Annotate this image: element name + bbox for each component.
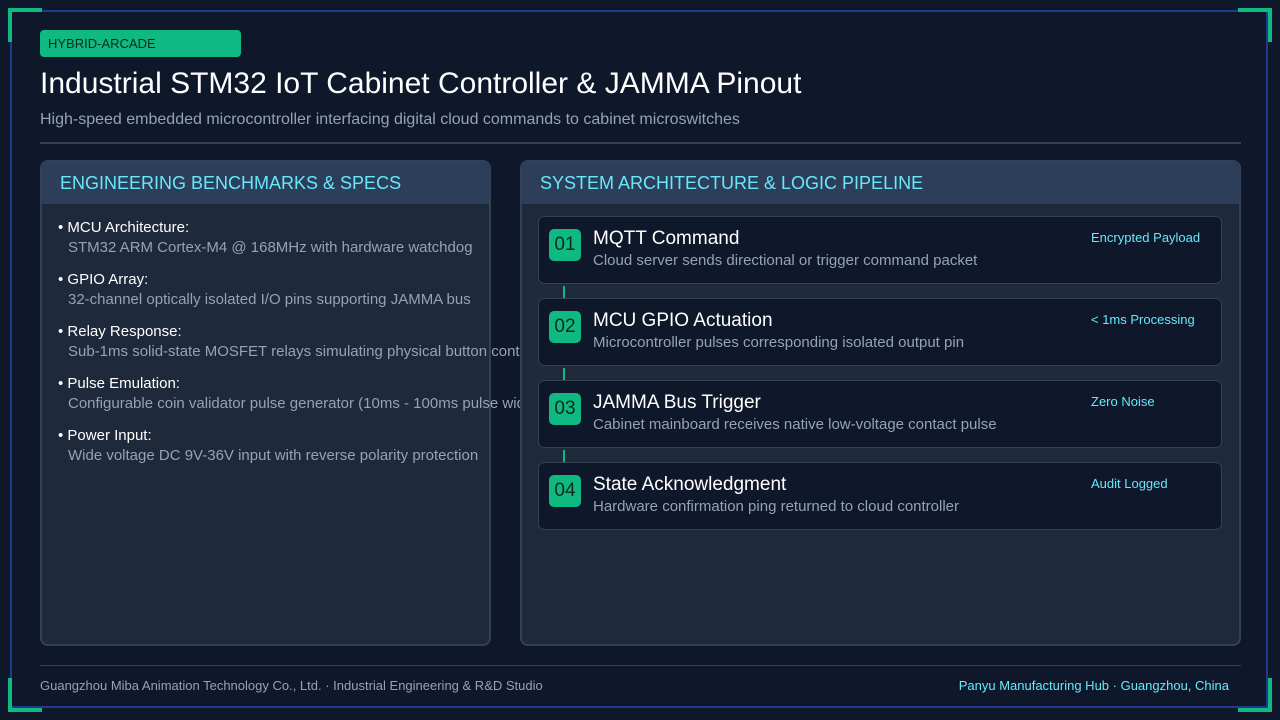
spec-description: 32-channel optically isolated I/O pins s…: [68, 291, 471, 308]
specs-panel-heading: ENGINEERING BENCHMARKS & SPECS: [42, 162, 489, 204]
step-description: Microcontroller pulses corresponding iso…: [593, 334, 965, 351]
spec-label: • MCU Architecture:: [58, 219, 190, 236]
step-connector: [563, 368, 565, 380]
pipeline-step: 01 MQTT Command Cloud server sends direc…: [538, 216, 1222, 284]
page-title: Industrial STM32 IoT Cabinet Controller …: [40, 67, 802, 100]
step-description: Cloud server sends directional or trigge…: [593, 252, 978, 269]
step-number-badge: 04: [549, 475, 581, 507]
pipeline-step: 02 MCU GPIO Actuation Microcontroller pu…: [538, 298, 1222, 366]
step-connector: [563, 450, 565, 462]
footer-divider: [40, 665, 1241, 666]
step-number-badge: 01: [549, 229, 581, 261]
spec-description: STM32 ARM Cortex-M4 @ 168MHz with hardwa…: [68, 239, 473, 256]
spec-description: Configurable coin validator pulse genera…: [68, 395, 538, 412]
step-title: State Acknowledgment: [593, 474, 787, 495]
spec-list: • MCU Architecture: STM32 ARM Cortex-M4 …: [58, 218, 537, 478]
spec-item: • GPIO Array: 32-channel optically isola…: [58, 270, 537, 310]
pipeline-panel: SYSTEM ARCHITECTURE & LOGIC PIPELINE 01 …: [520, 160, 1241, 646]
spec-item: • MCU Architecture: STM32 ARM Cortex-M4 …: [58, 218, 537, 258]
footer-company: Guangzhou Miba Animation Technology Co.,…: [40, 678, 543, 693]
footer-location: Panyu Manufacturing Hub · Guangzhou, Chi…: [958, 678, 1229, 693]
corner-accent-bottom-left: [8, 678, 42, 712]
pipeline-panel-heading: SYSTEM ARCHITECTURE & LOGIC PIPELINE: [522, 162, 1239, 204]
step-title: MQTT Command: [593, 228, 740, 249]
corner-accent-top-left: [8, 8, 42, 42]
spec-label: • GPIO Array:: [58, 271, 149, 288]
step-description: Cabinet mainboard receives native low-vo…: [593, 416, 997, 433]
spec-item: • Pulse Emulation: Configurable coin val…: [58, 374, 537, 414]
spec-label: • Pulse Emulation:: [58, 375, 180, 392]
step-tag: < 1ms Processing: [1091, 312, 1195, 327]
step-number-badge: 03: [549, 393, 581, 425]
corner-accent-bottom-right: [1238, 678, 1272, 712]
step-tag: Zero Noise: [1091, 394, 1155, 409]
step-tag: Audit Logged: [1091, 476, 1168, 491]
specs-panel: ENGINEERING BENCHMARKS & SPECS • MCU Arc…: [40, 160, 537, 646]
spec-label: • Power Input:: [58, 427, 152, 444]
page-subtitle: High-speed embedded microcontroller inte…: [40, 111, 740, 128]
pipeline-step: 03 JAMMA Bus Trigger Cabinet mainboard r…: [538, 380, 1222, 448]
step-connector: [563, 286, 565, 298]
spec-description: Sub-1ms solid-state MOSFET relays simula…: [68, 343, 528, 360]
spec-description: Wide voltage DC 9V-36V input with revers…: [68, 447, 479, 464]
step-number-badge: 02: [549, 311, 581, 343]
spec-item: • Power Input: Wide voltage DC 9V-36V in…: [58, 426, 537, 466]
step-description: Hardware confirmation ping returned to c…: [593, 498, 960, 515]
category-badge: HYBRID-ARCADE: [40, 30, 241, 57]
spec-item: • Relay Response: Sub-1ms solid-state MO…: [58, 322, 537, 362]
corner-accent-top-right: [1238, 8, 1272, 42]
header-divider: [40, 142, 1241, 144]
spec-label: • Relay Response:: [58, 323, 182, 340]
step-tag: Encrypted Payload: [1091, 230, 1201, 245]
pipeline-step: 04 State Acknowledgment Hardware confirm…: [538, 462, 1222, 530]
step-title: MCU GPIO Actuation: [593, 310, 773, 331]
step-title: JAMMA Bus Trigger: [593, 392, 761, 413]
